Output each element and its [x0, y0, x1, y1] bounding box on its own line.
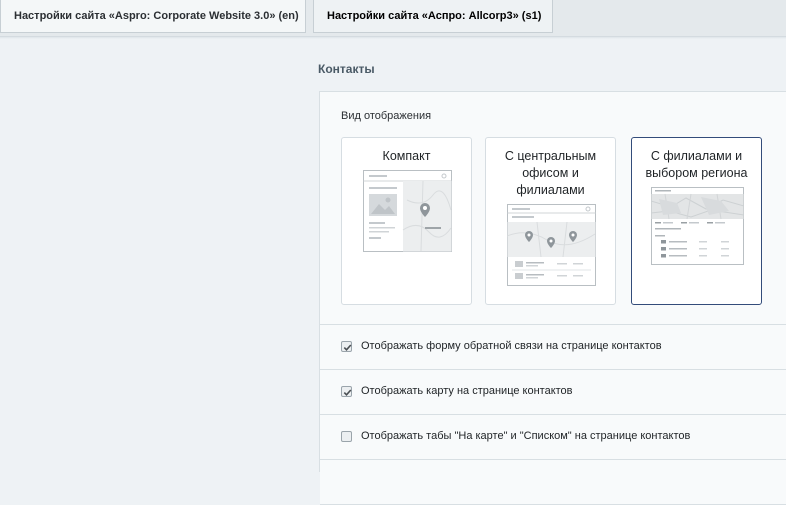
display-option-branches-region[interactable]: С филиалами и выбором региона	[631, 137, 762, 305]
tabs-label: Отображать табы "На карте" и "Списком" н…	[361, 430, 691, 442]
option-row-feedback-form: Отображать форму обратной связи на стран…	[320, 325, 786, 370]
tabs-checkbox[interactable]	[341, 431, 352, 442]
map-checkbox[interactable]	[341, 386, 352, 397]
feedback-form-checkbox[interactable]	[341, 341, 352, 352]
checkmark-icon	[343, 389, 352, 396]
tab-site-settings-s1[interactable]: Настройки сайта «Аспро: Allcorp3» (s1)	[313, 0, 553, 33]
map-label: Отображать карту на странице контактов	[361, 385, 573, 397]
display-option-central-office[interactable]: С центральным офисом и филиалами	[485, 137, 616, 305]
tab-bar: Настройки сайта «Aspro: Corporate Websit…	[0, 0, 786, 37]
checkmark-icon	[343, 344, 352, 351]
display-type-block: Вид отображения Компакт С центральным оф…	[320, 92, 786, 325]
branches-region-preview-thumbnail	[651, 187, 744, 265]
compact-preview-thumbnail	[363, 170, 452, 252]
display-option-compact[interactable]: Компакт	[341, 137, 472, 305]
option-row-tabs: Отображать табы "На карте" и "Списком" н…	[320, 415, 786, 460]
option-row-map: Отображать карту на странице контактов	[320, 370, 786, 415]
display-type-label: Вид отображения	[341, 110, 432, 122]
display-option-title: Компакт	[382, 149, 431, 163]
feedback-form-label: Отображать форму обратной связи на стран…	[361, 340, 662, 352]
tab-bar-shadow	[0, 36, 786, 39]
section-title: Контакты	[318, 62, 375, 76]
settings-panel: Вид отображения Компакт С центральным оф…	[319, 91, 786, 505]
tab-site-settings-en[interactable]: Настройки сайта «Aspro: Corporate Websit…	[0, 0, 306, 33]
central-office-preview-thumbnail	[507, 204, 596, 286]
display-option-title: С центральным офисом и филиалами	[504, 149, 597, 197]
display-option-title: С филиалами и выбором региона	[645, 149, 748, 180]
